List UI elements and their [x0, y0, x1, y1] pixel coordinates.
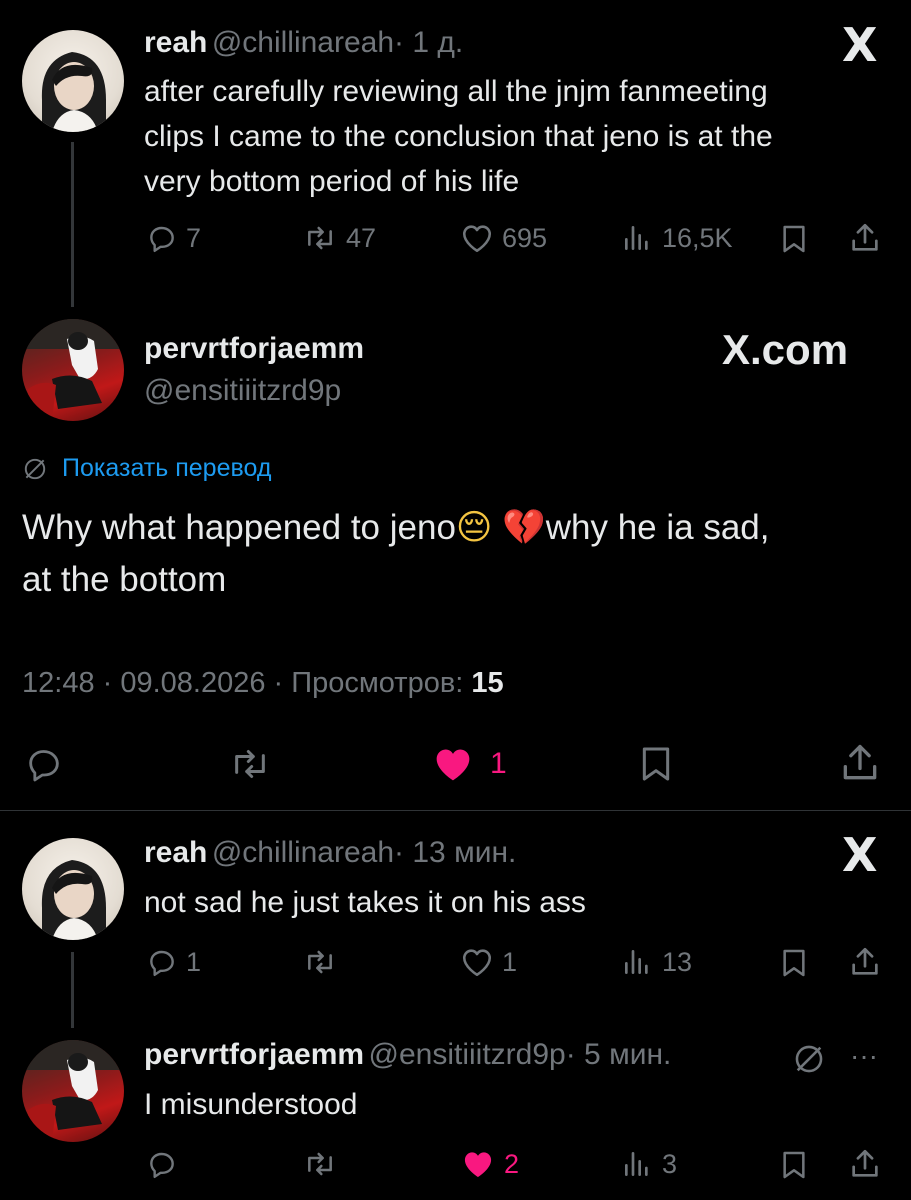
bookmark-button[interactable]: [636, 743, 676, 785]
like-count: 695: [502, 222, 548, 253]
views-icon: [625, 226, 648, 250]
views-button[interactable]: 13: [620, 946, 692, 978]
heart-icon: [462, 225, 492, 253]
bookmark-icon: [642, 747, 670, 781]
main-author-name[interactable]: pervrtforjaemm: [144, 332, 364, 366]
repost-icon: [235, 750, 265, 778]
more-options-button[interactable]: ···: [850, 1040, 878, 1072]
tweet-text: I misunderstood: [144, 1088, 358, 1121]
tweet-text: after carefully reviewing all the jnjm f…: [144, 69, 773, 204]
share-button[interactable]: [848, 945, 882, 979]
author-name[interactable]: pervrtforjaemm: [144, 1038, 364, 1071]
main-text-line: at the bottom: [22, 560, 227, 599]
divider: [0, 810, 911, 811]
views-button[interactable]: 3: [620, 1148, 677, 1180]
views-count: 16,5K: [662, 222, 733, 253]
views-count: 3: [662, 1148, 678, 1179]
heart-filled-icon: [436, 749, 470, 781]
tweet-header: pervrtforjaemm @ensitiiitzrd9p· 5 мин.: [144, 1038, 671, 1072]
repost-button[interactable]: [302, 1148, 338, 1180]
repost-count: 47: [346, 222, 377, 253]
views-icon: [625, 950, 648, 974]
reply-icon: [150, 950, 174, 976]
tweet-text-line: clips I came to the conclusion that jeno…: [144, 120, 773, 153]
reply-count: 1: [186, 946, 202, 977]
timestamp[interactable]: · 5 мин.: [566, 1038, 672, 1071]
reply-icon: [150, 226, 174, 252]
bookmark-button[interactable]: [778, 946, 810, 980]
share-icon: [852, 947, 878, 975]
timestamp[interactable]: · 1 д.: [394, 26, 463, 59]
author-name[interactable]: reah: [144, 26, 207, 59]
x-logo-icon: X: [842, 828, 878, 882]
share-icon: [843, 744, 877, 780]
bookmark-icon: [783, 225, 805, 253]
author-handle[interactable]: @ensitiiitzrd9p: [369, 1038, 566, 1071]
thread-line: [71, 952, 74, 1028]
repost-icon: [308, 226, 332, 250]
reply-button[interactable]: [146, 1148, 178, 1180]
avatar[interactable]: [22, 30, 124, 132]
reply-count: 7: [186, 222, 202, 253]
reply-button[interactable]: [22, 744, 66, 784]
tweet-meta: 12:48 · 09.08.2026 · Просмотров: 15: [22, 667, 504, 700]
avatar[interactable]: [22, 319, 124, 421]
avatar[interactable]: [22, 838, 124, 940]
repost-icon: [308, 950, 332, 974]
views-count: 15: [471, 667, 504, 699]
like-count: 1: [490, 747, 507, 780]
x-logo-icon: X: [842, 18, 878, 72]
like-button[interactable]: 2: [460, 1148, 519, 1180]
globe-slash-icon: [795, 1045, 823, 1073]
like-button[interactable]: 695: [460, 222, 547, 254]
timestamp-views: 12:48 · 09.08.2026 · Просмотров:: [22, 667, 472, 699]
main-author-handle[interactable]: @ensitiiitzrd9p: [144, 374, 341, 408]
reply-button[interactable]: 7: [146, 222, 201, 254]
tweet-header: reah @chillinareah· 13 мин.: [144, 836, 516, 870]
like-count: 2: [504, 1148, 520, 1179]
tweet-text-line: after carefully reviewing all the jnjm f…: [144, 75, 768, 108]
bookmark-button[interactable]: [778, 222, 810, 256]
bookmark-icon: [783, 1151, 805, 1179]
repost-button[interactable]: [226, 744, 274, 784]
author-handle[interactable]: @chillinareah: [212, 836, 394, 869]
thread-line: [71, 142, 74, 307]
repost-button[interactable]: 47: [302, 222, 376, 254]
reply-button[interactable]: 1: [146, 946, 201, 978]
globe-slash-icon: [24, 458, 46, 479]
reply-icon: [29, 750, 59, 782]
share-button[interactable]: [848, 221, 882, 255]
share-icon: [852, 223, 878, 251]
reply-icon: [150, 1152, 174, 1178]
bookmark-button[interactable]: [778, 1148, 810, 1182]
tweet-header: reah @chillinareah· 1 д.: [144, 26, 463, 60]
views-count: 13: [662, 946, 693, 977]
main-text-line: Why what happened to jeno😔 💔why he ia sa…: [22, 508, 770, 548]
repost-button[interactable]: [302, 946, 338, 978]
timestamp[interactable]: · 13 мин.: [394, 836, 516, 869]
share-button[interactable]: [848, 1147, 882, 1181]
tweet-text-line: very bottom period of his life: [144, 165, 520, 198]
author-handle[interactable]: @chillinareah: [212, 26, 394, 59]
brand-watermark: X.com: [722, 326, 849, 373]
tweet-text: not sad he just takes it on his ass: [144, 886, 586, 919]
like-count: 1: [502, 946, 518, 977]
share-icon: [852, 1149, 878, 1177]
views-button[interactable]: 16,5K: [620, 222, 733, 254]
like-button[interactable]: 1: [430, 744, 507, 784]
heart-icon: [462, 949, 492, 977]
main-tweet-text: Why what happened to jeno😔 💔why he ia sa…: [22, 502, 770, 606]
broken-heart-emoji: 💔: [502, 508, 546, 548]
bookmark-icon: [783, 949, 805, 977]
translate-row[interactable]: Показать перевод: [22, 454, 271, 483]
author-name[interactable]: reah: [144, 836, 207, 869]
share-button[interactable]: [838, 741, 882, 785]
like-button[interactable]: 1: [460, 946, 517, 978]
heart-filled-icon: [464, 1152, 492, 1178]
pensive-emoji: 😔: [455, 508, 493, 548]
translate-link[interactable]: Показать перевод: [62, 454, 271, 483]
avatar[interactable]: [22, 1040, 124, 1142]
repost-icon: [308, 1152, 332, 1176]
views-icon: [625, 1152, 648, 1176]
